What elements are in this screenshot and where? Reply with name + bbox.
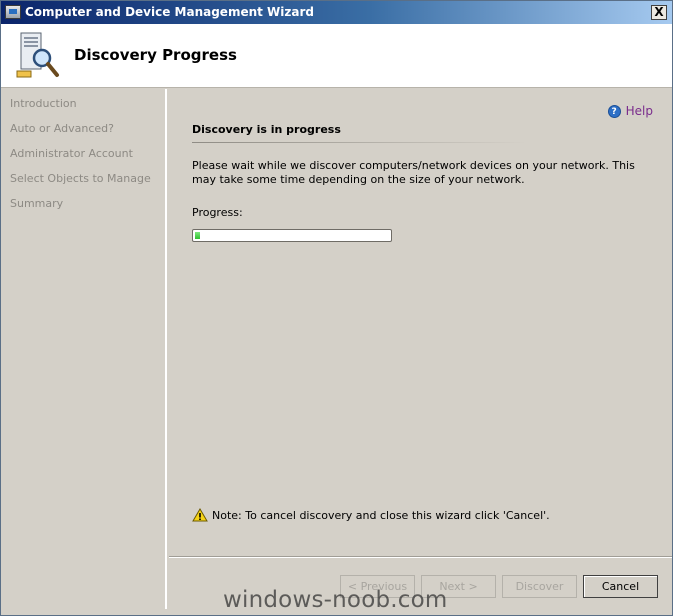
nav-item-administrator-account[interactable]: Administrator Account xyxy=(10,147,133,160)
cancel-button[interactable]: Cancel xyxy=(583,575,658,598)
progress-fill xyxy=(195,232,200,239)
window-title: Computer and Device Management Wizard xyxy=(25,5,314,19)
section-divider xyxy=(192,142,527,143)
note-text: Note: To cancel discovery and close this… xyxy=(212,508,550,522)
wizard-content: ? Help Discovery is in progress Please w… xyxy=(169,89,672,557)
wizard-steps-nav: Introduction Auto or Advanced? Administr… xyxy=(1,89,167,609)
nav-item-summary[interactable]: Summary xyxy=(10,197,63,210)
page-title: Discovery Progress xyxy=(74,46,237,64)
progress-bar xyxy=(192,229,392,242)
nav-item-introduction[interactable]: Introduction xyxy=(10,97,77,110)
watermark: windows-noob.com xyxy=(223,587,448,613)
close-button[interactable]: X xyxy=(651,5,667,20)
progress-label: Progress: xyxy=(192,206,243,219)
computer-search-icon xyxy=(15,31,61,81)
help-label[interactable]: Help xyxy=(626,104,653,118)
help-link[interactable]: ? Help xyxy=(607,104,653,118)
description-text: Please wait while we discover computers/… xyxy=(192,159,635,186)
discover-button[interactable]: Discover xyxy=(502,575,577,598)
app-icon xyxy=(5,5,21,19)
nav-item-select-objects[interactable]: Select Objects to Manage xyxy=(10,172,151,185)
warning-icon xyxy=(192,508,208,522)
wizard-header: Discovery Progress xyxy=(1,24,672,88)
help-icon[interactable]: ? xyxy=(607,104,621,118)
cancel-note: Note: To cancel discovery and close this… xyxy=(192,508,550,522)
nav-item-auto-or-advanced[interactable]: Auto or Advanced? xyxy=(10,122,114,135)
title-bar: Computer and Device Management Wizard X xyxy=(1,1,672,24)
section-title: Discovery is in progress xyxy=(192,123,341,136)
wizard-window: Computer and Device Management Wizard X … xyxy=(0,0,673,616)
